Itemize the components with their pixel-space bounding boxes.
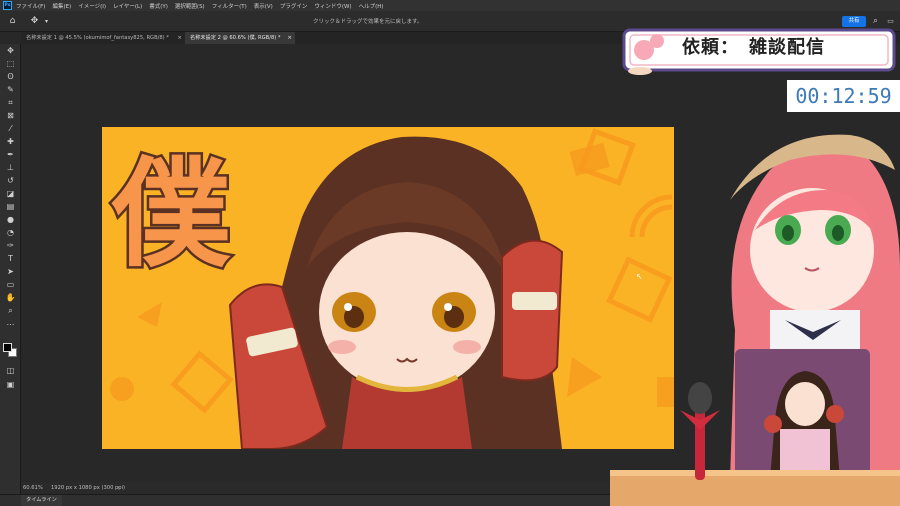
stream-timer: 00:12:59 bbox=[787, 80, 900, 112]
menu-layer[interactable]: レイヤー(L) bbox=[113, 2, 142, 10]
stamp-icon[interactable]: ⊥ bbox=[4, 163, 17, 173]
menu-filter[interactable]: フィルター(T) bbox=[212, 2, 247, 10]
tab-document-2[interactable]: 名称未設定 2 @ 60.6% (僕, RGB/8) * × bbox=[185, 32, 295, 44]
webcam-card bbox=[735, 349, 870, 479]
pen-icon[interactable]: ✑ bbox=[4, 241, 17, 251]
artwork: 僕 bbox=[102, 127, 674, 449]
artwork-title: 僕 bbox=[111, 145, 231, 283]
menu-help[interactable]: ヘルプ(H) bbox=[359, 2, 384, 10]
microphone-icon bbox=[680, 382, 720, 480]
quick-mask-icon[interactable]: ◫ bbox=[4, 366, 17, 376]
cursor-icon: ↖ bbox=[636, 272, 643, 281]
gradient-icon[interactable]: ▤ bbox=[4, 202, 17, 212]
menu-view[interactable]: 表示(V) bbox=[254, 2, 273, 10]
menu-window[interactable]: ウィンドウ(W) bbox=[314, 2, 351, 10]
share-button[interactable]: 共有 bbox=[842, 16, 866, 27]
brush-icon[interactable]: ✒ bbox=[4, 150, 17, 160]
document-canvas[interactable]: 僕 bbox=[102, 127, 674, 449]
lasso-icon[interactable]: ʘ bbox=[4, 72, 17, 82]
close-icon[interactable]: × bbox=[287, 32, 292, 44]
move-icon[interactable]: ✥ bbox=[4, 46, 17, 56]
options-hint: クリック＆ドラッグで効果を元に戻します。 bbox=[313, 19, 423, 25]
photoshop-logo-icon: Ps bbox=[3, 1, 12, 10]
zoom-level[interactable]: 60.61% bbox=[23, 482, 43, 494]
menu-bar: Ps ファイル(F) 編集(E) イメージ(I) レイヤー(L) 書式(Y) 選… bbox=[0, 0, 900, 11]
chevron-down-icon[interactable]: ▾ bbox=[40, 15, 53, 28]
more-tools-icon[interactable]: ⋯ bbox=[4, 320, 17, 330]
tools-panel: ✥ ⬚ ʘ ✎ ⌗ ⊠ ⁄ ✚ ✒ ⊥ ↺ ◪ ▤ ● ◔ ✑ T ➤ ▭ ✋ … bbox=[0, 44, 21, 494]
stream-title: 依頼： 雑談配信 bbox=[682, 37, 825, 58]
menu-image[interactable]: イメージ(I) bbox=[78, 2, 106, 10]
tab-document-1[interactable]: 名称未設定 1 @ 45.5% (okumimof_fantasy825, RG… bbox=[21, 32, 185, 44]
tab-label: 名称未設定 2 @ 60.6% (僕, RGB/8) * bbox=[190, 35, 281, 41]
menu-edit[interactable]: 編集(E) bbox=[52, 2, 71, 10]
webcam-avatar bbox=[735, 349, 870, 479]
menu-file[interactable]: ファイル(F) bbox=[16, 2, 45, 10]
menu-type[interactable]: 書式(Y) bbox=[149, 2, 168, 10]
dodge-icon[interactable]: ◔ bbox=[4, 228, 17, 238]
tab-label: 名称未設定 1 @ 45.5% (okumimof_fantasy825, RG… bbox=[26, 35, 169, 41]
close-icon[interactable]: × bbox=[177, 32, 182, 44]
zoom-icon[interactable]: ⌕ bbox=[4, 306, 17, 316]
frame-icon[interactable]: ⊠ bbox=[4, 111, 17, 121]
timeline-tab[interactable]: タイムライン bbox=[21, 495, 62, 506]
quick-select-icon[interactable]: ✎ bbox=[4, 85, 17, 95]
type-icon[interactable]: T bbox=[4, 254, 17, 264]
screen-mode-icon[interactable]: ▣ bbox=[4, 380, 17, 390]
blur-icon[interactable]: ● bbox=[4, 215, 17, 225]
document-size: 1920 px x 1080 px (300 ppi) bbox=[51, 485, 126, 491]
history-brush-icon[interactable]: ↺ bbox=[4, 176, 17, 186]
desk-decoration bbox=[610, 470, 900, 506]
home-icon[interactable]: ⌂ bbox=[6, 15, 19, 28]
chevron-right-icon[interactable]: › bbox=[117, 482, 119, 494]
marquee-icon[interactable]: ⬚ bbox=[4, 59, 17, 69]
menu-select[interactable]: 選択範囲(S) bbox=[175, 2, 205, 10]
rectangle-icon[interactable]: ▭ bbox=[4, 280, 17, 290]
menu-plugins[interactable]: プラグイン bbox=[280, 2, 308, 10]
healing-brush-icon[interactable]: ✚ bbox=[4, 137, 17, 147]
screen: Ps ファイル(F) 編集(E) イメージ(I) レイヤー(L) 書式(Y) 選… bbox=[0, 0, 900, 506]
eyedropper-icon[interactable]: ⁄ bbox=[4, 124, 17, 134]
hand-icon[interactable]: ✋ bbox=[4, 293, 17, 303]
eraser-icon[interactable]: ◪ bbox=[4, 189, 17, 199]
path-select-icon[interactable]: ➤ bbox=[4, 267, 17, 277]
crop-icon[interactable]: ⌗ bbox=[4, 98, 17, 108]
foreground-color-swatch[interactable] bbox=[3, 343, 12, 352]
